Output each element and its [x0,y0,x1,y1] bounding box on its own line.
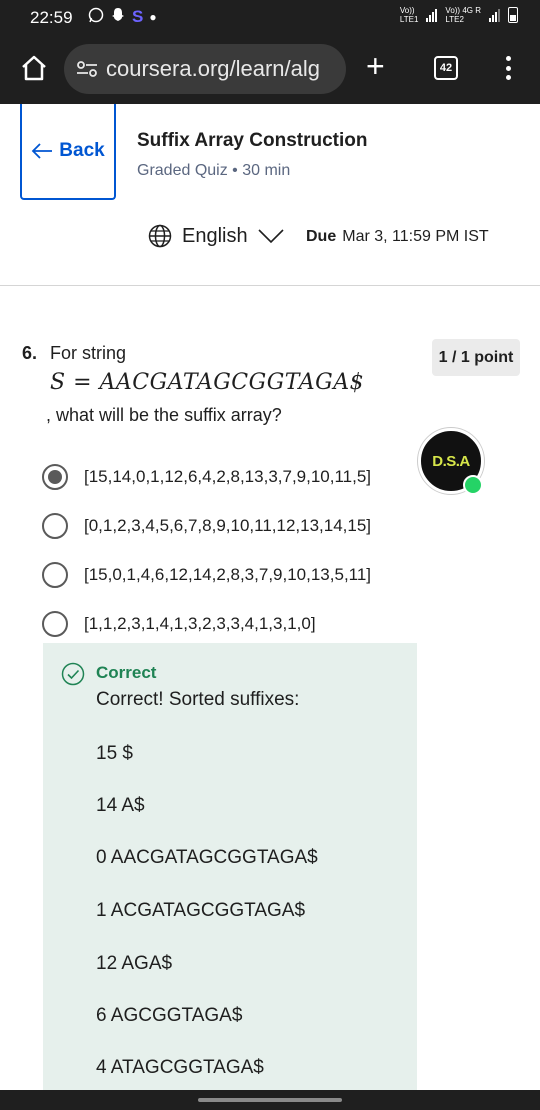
chevron-down-icon [258,229,284,244]
answer-option-3[interactable]: [15,0,1,4,6,12,14,2,8,3,7,9,10,13,5,11] [42,550,371,599]
suffix-entry: 12 AGA$ [96,953,173,974]
whatsapp-badge-icon [463,475,483,495]
whatsapp-notification-icon [88,7,104,27]
dsa-logo: D.S.A [432,452,470,470]
signal-strength-2-icon [489,8,500,22]
site-settings-icon[interactable] [76,60,98,78]
quiz-meta: Graded Quiz • 30 min [137,162,291,179]
back-button-label: Back [59,140,105,161]
sim2-indicator: Vo)) 4G R LTE2 [445,6,481,24]
feedback-message: Correct! Sorted suffixes: [96,689,300,710]
question-text-prompt: , what will be the suffix array? [46,405,282,425]
back-button[interactable]: Back [20,104,116,200]
home-icon [22,55,46,81]
status-bar: 22:59 S ● Vo)) LTE1 Vo)) 4G R LTE2 [0,0,540,36]
answer-option-label: [15,0,1,4,6,12,14,2,8,3,7,9,10,13,5,11] [84,564,372,584]
browser-menu-button[interactable] [500,54,516,82]
battery-icon [508,7,518,23]
answer-option-2[interactable]: [0,1,2,3,4,5,6,7,8,9,10,11,12,13,14,15] [42,501,371,550]
answer-option-label: [1,1,2,3,1,4,1,3,2,3,3,4,1,3,1,0] [84,613,316,633]
status-time: 22:59 [30,8,73,27]
due-value: Mar 3, 11:59 PM IST [342,228,489,245]
signal-strength-icon [426,8,438,22]
question-math-expression: S = AACGATAGCGGTAGA$ [50,370,365,395]
sim1-indicator: Vo)) LTE1 [399,6,419,24]
language-label: English [182,224,248,247]
suffix-entry: 14 A$ [96,795,145,816]
more-notifications-dot-icon: ● [149,10,157,24]
radio-unselected-icon[interactable] [42,610,68,637]
system-navigation-bar [0,1090,540,1110]
arrow-left-icon [32,143,53,159]
browser-toolbar: coursera.org/learn/alg + 42 [0,36,540,104]
snapchat-notification-icon [110,7,126,27]
answer-option-4[interactable]: [1,1,2,3,1,4,1,3,2,3,3,4,1,3,1,0] [42,599,371,648]
answer-option-label: [0,1,2,3,4,5,6,7,8,9,10,11,12,13,14,15] [84,515,372,535]
tab-switcher-button[interactable]: 42 [434,56,458,80]
status-right-icons: Vo)) LTE1 Vo)) 4G R LTE2 [400,6,518,24]
home-button[interactable] [20,54,48,82]
quiz-title: Suffix Array Construction [137,130,368,151]
radio-unselected-icon[interactable] [42,561,68,588]
suffix-entry: 4 ATAGCGGTAGA$ [96,1057,264,1078]
globe-icon [148,224,172,248]
answer-option-1[interactable]: [15,14,0,1,12,6,4,2,8,13,3,7,9,10,11,5] [42,452,371,501]
radio-unselected-icon[interactable] [42,512,68,539]
feedback-panel: Correct Correct! Sorted suffixes: 15 $ 1… [43,643,417,1090]
address-bar[interactable]: coursera.org/learn/alg [64,44,346,94]
radio-selected-icon[interactable] [42,463,68,490]
answer-option-label: [15,14,0,1,12,6,4,2,8,13,3,7,9,10,11,5] [84,466,372,486]
due-label: Due [306,228,337,245]
notification-icons: S ● [88,7,157,27]
suffix-entry: 1 ACGATAGCGGTAGA$ [96,900,306,921]
points-badge: 1 / 1 point [432,339,520,376]
header-divider [0,285,540,286]
feedback-status: Correct [96,663,157,682]
check-circle-icon [61,662,85,686]
home-gesture-handle[interactable] [198,1098,342,1102]
question-number: 6. [22,343,38,363]
question-text-intro: For string [50,343,127,363]
answer-options: [15,14,0,1,12,6,4,2,8,13,3,7,9,10,11,5] … [42,452,371,648]
suffix-entry: 15 $ [96,743,133,764]
suffix-entry: 6 AGCGGTAGA$ [96,1005,243,1026]
url-text: coursera.org/learn/alg [106,56,321,81]
language-selector[interactable]: English [148,224,284,248]
stripe-notification-icon: S [132,7,144,26]
suffix-entry: 0 AACGATAGCGGTAGA$ [96,847,318,868]
due-date: Due Mar 3, 11:59 PM IST [306,228,489,246]
new-tab-button[interactable]: + [366,50,385,82]
